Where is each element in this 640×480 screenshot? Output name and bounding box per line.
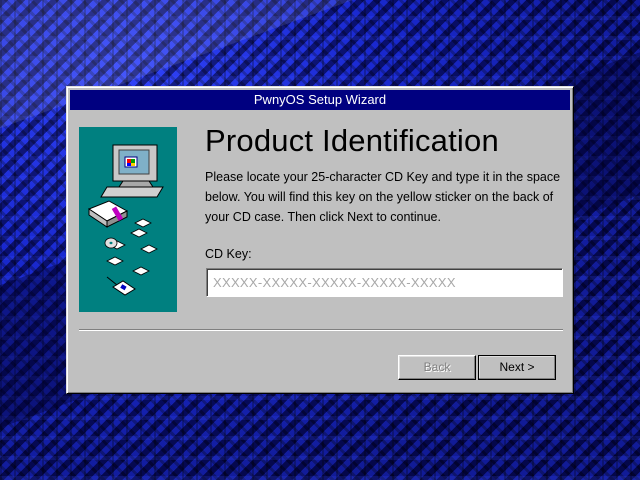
window-title: PwnyOS Setup Wizard: [70, 90, 570, 110]
computer-setup-icon: [87, 144, 164, 296]
setup-wizard-window: PwnyOS Setup Wizard Product Identificati…: [66, 86, 574, 394]
button-separator: [79, 329, 563, 331]
next-button[interactable]: Next >: [478, 355, 556, 380]
page-heading: Product Identification: [205, 123, 499, 158]
instructions-text: Please locate your 25-character CD Key a…: [205, 170, 561, 224]
cd-key-label: CD Key:: [205, 247, 252, 261]
wizard-illustration-panel: [79, 127, 177, 312]
cd-key-input[interactable]: [206, 268, 563, 297]
back-button[interactable]: Back: [398, 355, 476, 380]
